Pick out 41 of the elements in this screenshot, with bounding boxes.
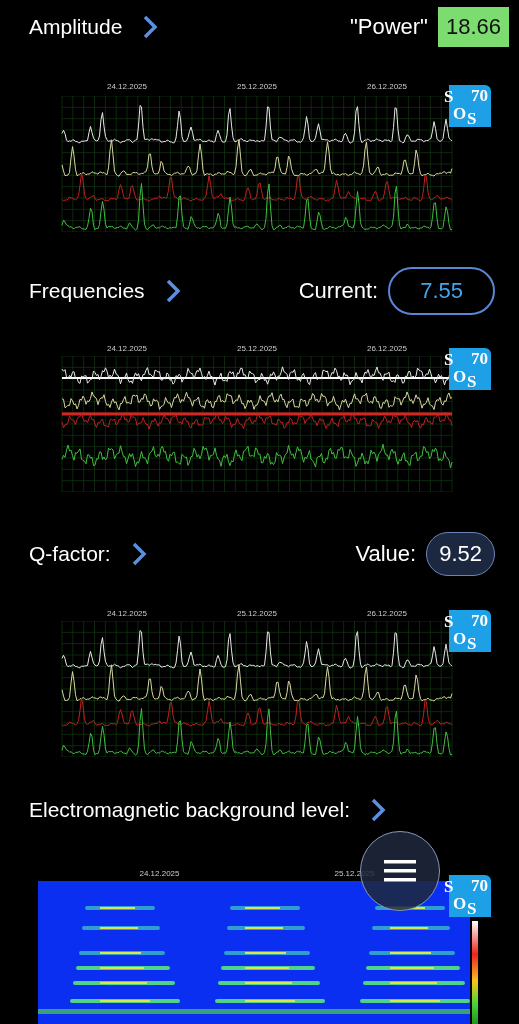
chart-date-label: 26.12.2025 <box>366 344 407 353</box>
logo-text: 70 <box>471 87 488 104</box>
logo-text: S <box>467 900 477 917</box>
logo-text: O <box>453 105 467 122</box>
chart-date-label: 26.12.2025 <box>366 609 407 618</box>
menu-icon <box>384 859 416 883</box>
logo-text: S <box>467 373 477 390</box>
section-title: Amplitude <box>29 15 123 39</box>
logo-text: S <box>444 878 454 895</box>
logo-text: 70 <box>471 350 488 367</box>
chevron-right-icon[interactable] <box>142 15 159 39</box>
chevron-right-icon[interactable] <box>370 798 386 822</box>
chart-date-label: 26.12.2025 <box>366 82 407 91</box>
logo-text: O <box>453 895 467 912</box>
section-title: Frequencies <box>29 279 145 303</box>
logo-text: 70 <box>471 877 488 894</box>
chart-date-label: 24.12.2025 <box>106 82 147 91</box>
chart-date-label: 25.12.2025 <box>236 82 277 91</box>
section-title: Electromagnetic background level: <box>29 798 350 822</box>
value-display: 18.66 <box>437 7 509 47</box>
logo-text: S <box>467 635 477 652</box>
logo-text: S <box>444 351 454 368</box>
chart-date-label: 24.12.2025 <box>139 869 180 878</box>
value-display: 7.55 <box>388 267 495 315</box>
logo-text: S <box>444 88 454 105</box>
logo-text: O <box>453 630 467 647</box>
value-label: Value: <box>355 541 417 567</box>
logo-text: S <box>444 613 454 630</box>
chevron-right-icon[interactable] <box>130 542 147 566</box>
chart-date-label: 25.12.2025 <box>236 344 277 353</box>
section-title: Q-factor: <box>29 542 111 566</box>
chevron-right-icon[interactable] <box>164 279 181 303</box>
logo-text: O <box>453 368 467 385</box>
chart-date-label: 24.12.2025 <box>106 344 147 353</box>
value-label: Current: <box>298 278 379 304</box>
logo-text: 70 <box>471 612 488 629</box>
value-display: 9.52 <box>426 532 495 576</box>
value-label: "Power" <box>349 14 428 40</box>
chart-date-label: 24.12.2025 <box>106 609 147 618</box>
chart-date-label: 25.12.2025 <box>236 609 277 618</box>
logo-text: S <box>467 110 477 127</box>
